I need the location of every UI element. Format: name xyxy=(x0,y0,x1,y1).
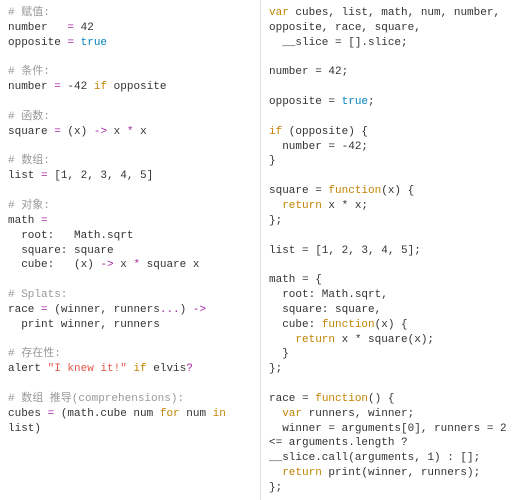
op: = xyxy=(54,126,61,138)
code-text: square: square xyxy=(8,245,114,257)
code-text: square x xyxy=(140,259,199,271)
op: = xyxy=(41,170,48,182)
comment: # 条件: xyxy=(8,66,50,78)
code-text: }; xyxy=(269,215,282,227)
kw: in xyxy=(213,408,226,420)
code-text: x * square(x); xyxy=(335,334,434,346)
kw: return xyxy=(282,467,322,479)
code-text: (winner, runners xyxy=(48,304,160,316)
javascript-code: var cubes, list, math, num, number, oppo… xyxy=(269,6,513,500)
code-text: cube: (x) xyxy=(8,259,100,271)
kw: return xyxy=(282,200,322,212)
code-text: __slice = [].slice; xyxy=(269,37,408,49)
comment: # Splats: xyxy=(8,289,67,301)
code-text: math = { xyxy=(269,274,322,286)
code-text: (x) { xyxy=(381,185,414,197)
code-text: opposite = xyxy=(269,96,342,108)
arrow: -> xyxy=(94,126,107,138)
code-text: race = xyxy=(269,393,315,405)
code-text: } xyxy=(269,348,289,360)
code-text: list xyxy=(8,170,41,182)
code-text: cubes xyxy=(8,408,48,420)
code-text: x xyxy=(107,126,127,138)
code-text: ) xyxy=(180,304,193,316)
kw: for xyxy=(160,408,180,420)
string: "I knew it!" xyxy=(48,363,127,375)
code-compare-wrap: # 赋值: number = 42 opposite = true # 条件: … xyxy=(0,0,521,500)
code-text: opposite xyxy=(8,37,67,49)
code-text: race xyxy=(8,304,41,316)
code-text: -42 xyxy=(61,81,94,93)
code-text: root: Math.sqrt xyxy=(8,230,133,242)
code-text: opposite xyxy=(107,81,166,93)
code-text: [1, 2, 3, 4, 5] xyxy=(48,170,154,182)
code-text: opposite, race, square, xyxy=(269,22,421,34)
code-text: list = [1, 2, 3, 4, 5]; xyxy=(269,245,421,257)
code-text: root: Math.sqrt, xyxy=(269,289,388,301)
op: ? xyxy=(186,363,193,375)
code-text: math xyxy=(8,215,41,227)
code-text: } xyxy=(269,155,276,167)
op: = xyxy=(41,304,48,316)
code-text: ; xyxy=(368,96,375,108)
kw: function xyxy=(315,393,368,405)
literal: true xyxy=(74,37,107,49)
kw: function xyxy=(322,319,375,331)
code-text: (x) xyxy=(61,126,94,138)
javascript-pane: var cubes, list, math, num, number, oppo… xyxy=(261,0,521,500)
code-text: square: square, xyxy=(269,304,381,316)
kw: return xyxy=(295,334,335,346)
comment: # 存在性: xyxy=(8,348,61,360)
code-text: x xyxy=(133,126,146,138)
comment: # 函数: xyxy=(8,111,50,123)
code-text: (math.cube num xyxy=(54,408,160,420)
code-text: square = xyxy=(269,185,328,197)
code-text: x xyxy=(114,259,134,271)
kw: var xyxy=(282,408,302,420)
code-text: }; xyxy=(269,363,282,375)
coffeescript-code: # 赋值: number = 42 opposite = true # 条件: … xyxy=(8,6,252,436)
code-text xyxy=(269,467,282,479)
code-text: winner = arguments[0], runners = 2 <= ar… xyxy=(269,423,513,465)
code-text: print(winner, runners); xyxy=(322,467,480,479)
code-text: 42 xyxy=(74,22,94,34)
comment: # 数组 推导(comprehensions): xyxy=(8,393,184,405)
code-text: x * x; xyxy=(322,200,368,212)
kw: var xyxy=(269,7,289,19)
code-text: }; xyxy=(269,482,282,494)
code-text: cube: xyxy=(269,319,322,331)
kw: if xyxy=(127,363,147,375)
code-text: square xyxy=(8,126,54,138)
arrow: -> xyxy=(100,259,113,271)
kw: if xyxy=(94,81,107,93)
code-text xyxy=(269,200,282,212)
code-text: (x) { xyxy=(375,319,408,331)
code-text: (opposite) { xyxy=(282,126,368,138)
splat: ... xyxy=(160,304,180,316)
code-text: number xyxy=(8,22,67,34)
code-text: runners, winner; xyxy=(302,408,414,420)
code-text: number = -42; xyxy=(269,141,368,153)
code-text: () { xyxy=(368,393,394,405)
code-text: number xyxy=(8,81,54,93)
literal: true xyxy=(342,96,368,108)
code-text: num xyxy=(180,408,213,420)
code-text xyxy=(269,408,282,420)
comment: # 赋值: xyxy=(8,7,50,19)
code-text: alert xyxy=(8,363,48,375)
coffeescript-pane: # 赋值: number = 42 opposite = true # 条件: … xyxy=(0,0,261,500)
code-text: print winner, runners xyxy=(8,319,160,331)
op: = xyxy=(54,81,61,93)
kw: function xyxy=(328,185,381,197)
comment: # 数组: xyxy=(8,155,50,167)
comment: # 对象: xyxy=(8,200,50,212)
code-text: number = 42; xyxy=(269,66,348,78)
code-text: elvis xyxy=(147,363,187,375)
arrow: -> xyxy=(193,304,206,316)
code-text: cubes, list, math, num, number, xyxy=(289,7,500,19)
kw: if xyxy=(269,126,282,138)
op: = xyxy=(41,215,48,227)
code-text xyxy=(269,334,295,346)
